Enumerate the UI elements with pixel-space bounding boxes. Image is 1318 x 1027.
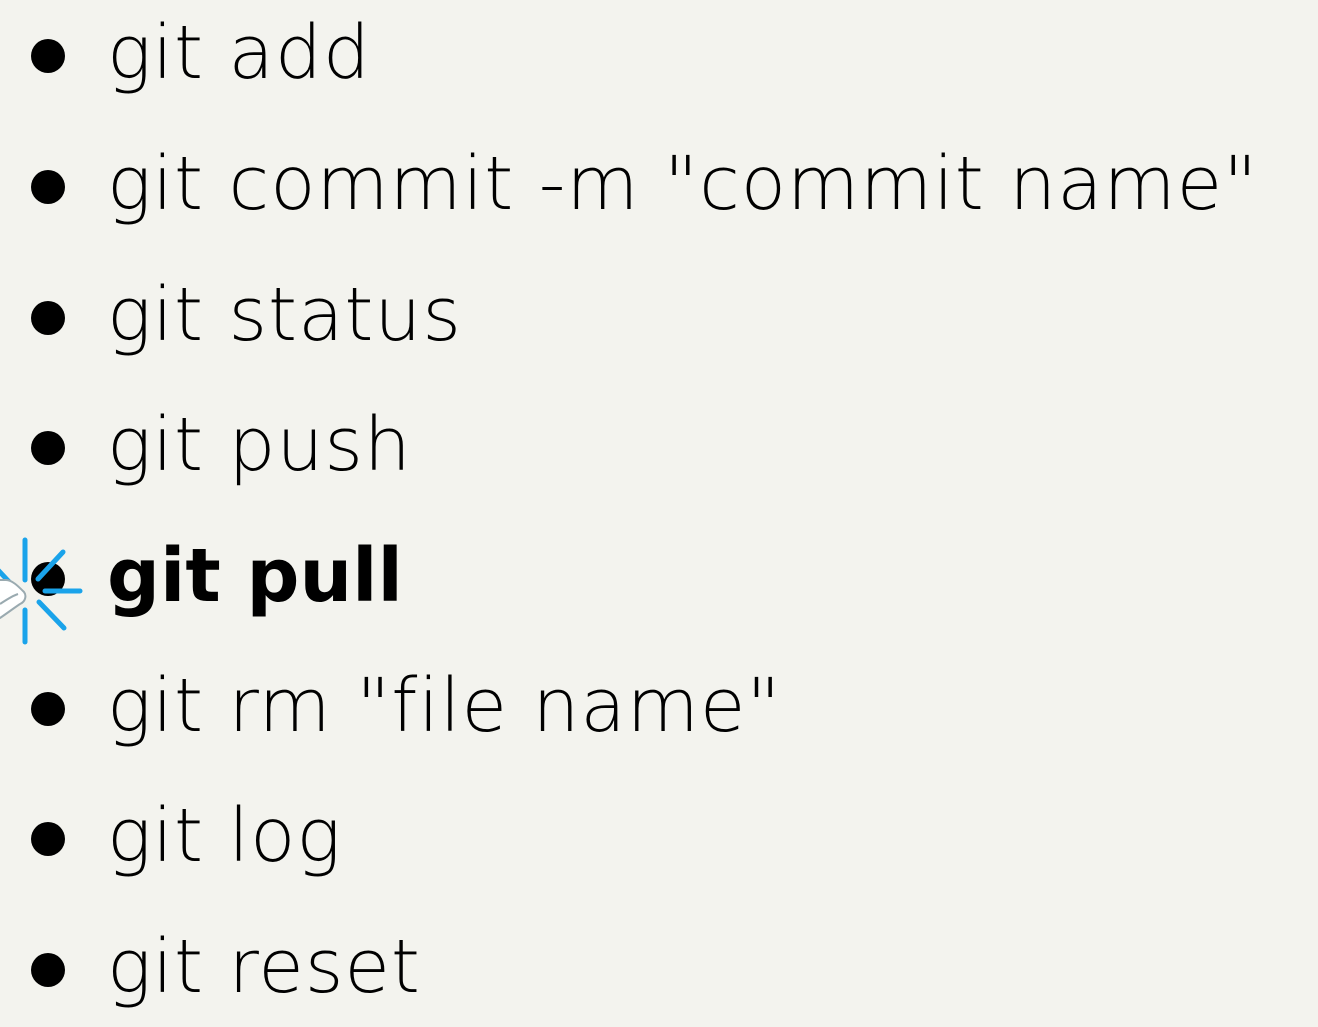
list-item-git-push: git push <box>0 385 1318 505</box>
bullet-icon <box>31 692 65 726</box>
list-item-git-pull[interactable]: git pull <box>0 516 1318 636</box>
list-item-git-commit: git commit -m "commit name" <box>0 124 1318 244</box>
list-item-git-status: git status <box>0 255 1318 375</box>
list-item-git-add: git add <box>0 0 1318 113</box>
bullet-icon <box>31 39 65 73</box>
command-label: git add <box>107 10 371 96</box>
list-item-git-reset: git reset <box>0 907 1318 1027</box>
command-label[interactable]: git pull <box>107 516 403 636</box>
bullet-icon <box>31 170 65 204</box>
bullet-icon <box>31 953 65 987</box>
hand-pointer <box>0 579 27 619</box>
command-label: git push <box>107 402 412 488</box>
command-label: git commit -m "commit name" <box>107 141 1259 227</box>
pointer-click-icon <box>0 537 83 645</box>
command-label: git rm "file name" <box>107 663 782 749</box>
command-label: git status <box>107 272 462 358</box>
command-label: git log <box>107 793 342 879</box>
command-label: git reset <box>107 924 421 1010</box>
list-item-git-rm: git rm "file name" <box>0 646 1318 766</box>
list-item-git-log: git log <box>0 776 1318 896</box>
bullet-icon <box>31 431 65 465</box>
bullet-icon <box>31 301 65 335</box>
bullet-icon <box>31 822 65 856</box>
git-command-list: git add git commit -m "commit name" git … <box>0 0 1318 1015</box>
